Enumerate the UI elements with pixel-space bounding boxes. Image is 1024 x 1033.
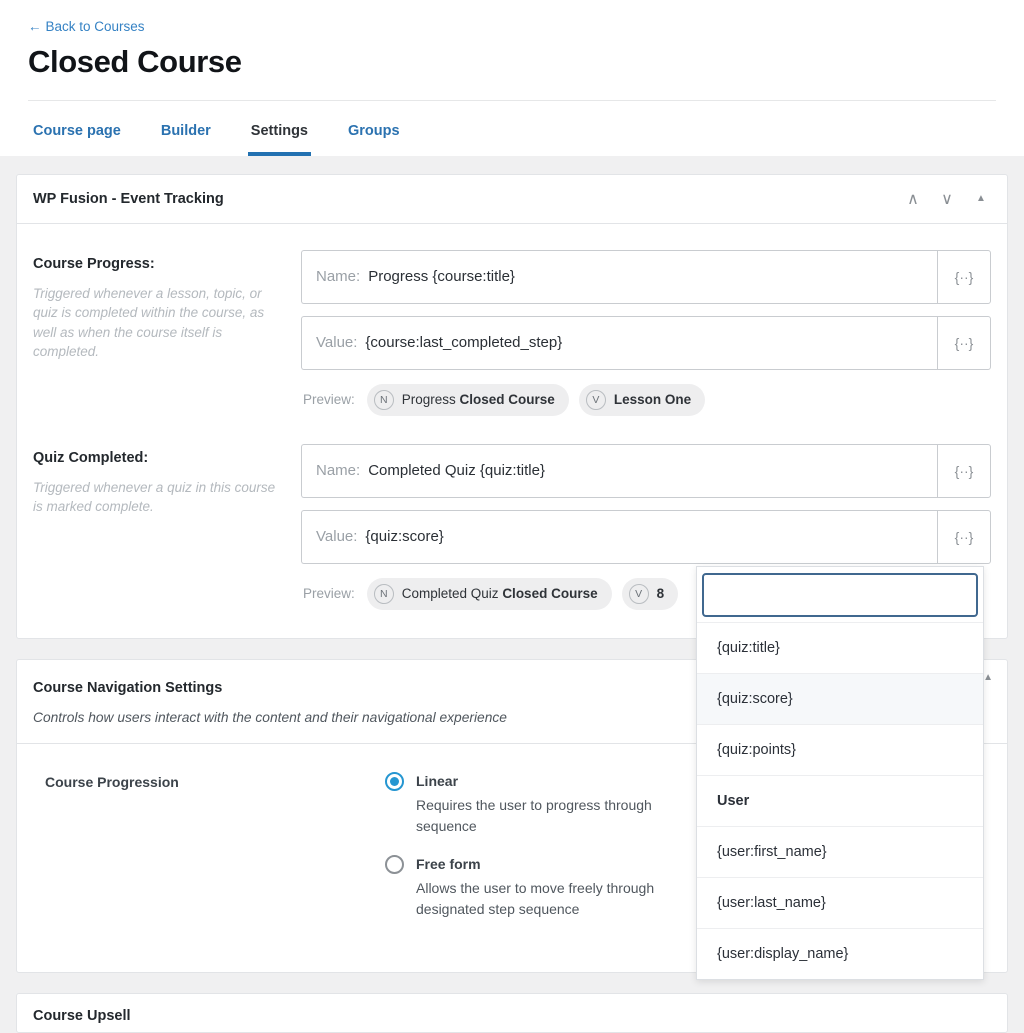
bottom-panel-title: Course Upsell xyxy=(33,1007,131,1024)
merge-tag-option-quiz-score[interactable]: {quiz:score} xyxy=(697,673,983,724)
name-prefix-label: Name: xyxy=(316,462,361,480)
value-badge-icon: V xyxy=(585,389,606,410)
back-to-courses-link[interactable]: ← Back to Courses xyxy=(28,19,145,34)
preview-value-text: 8 xyxy=(656,586,665,602)
quiz-completed-label: Quiz Completed: xyxy=(33,449,149,466)
preview-value-pill: V 8 xyxy=(621,577,679,610)
merge-tag-option-user-first-name[interactable]: {user:first_name} xyxy=(697,826,983,877)
quiz-completed-name-input[interactable]: Name: Completed Quiz {quiz:title} xyxy=(301,443,937,498)
radio-free-form-icon[interactable] xyxy=(385,854,404,874)
radio-free-form-label: Free form xyxy=(416,856,481,873)
course-progress-preview: Preview: N Progress Closed Course V Less… xyxy=(301,383,991,416)
quiz-completed-value-merge-tag-button[interactable]: {··} xyxy=(937,509,991,564)
radio-linear-label: Linear xyxy=(416,773,459,790)
radio-linear-description: Requires the user to progress through se… xyxy=(416,796,652,834)
preview-name-plain: Progress xyxy=(401,392,460,408)
back-link-label: Back to Courses xyxy=(45,19,145,34)
preview-label: Preview: xyxy=(303,586,355,602)
tab-builder[interactable]: Builder xyxy=(158,101,214,156)
quiz-completed-value-field-group: Value: {quiz:score} {··} xyxy=(301,509,991,564)
merge-tag-option-user-last-name[interactable]: {user:last_name} xyxy=(697,877,983,928)
quiz-completed-name-merge-tag-button[interactable]: {··} xyxy=(937,443,991,498)
tab-bar: Course page Builder Settings Groups xyxy=(28,99,996,156)
quiz-completed-description: Triggered whenever a quiz in this course… xyxy=(33,479,276,515)
preview-name-strong: Closed Course xyxy=(459,392,555,408)
radio-linear-icon[interactable] xyxy=(385,771,404,791)
course-progress-description: Triggered whenever a lesson, topic, or q… xyxy=(33,285,265,360)
event-tracking-panel-header: WP Fusion - Event Tracking ∧ ∨ ▲ xyxy=(17,175,1007,224)
bottom-panel: Course Upsell xyxy=(16,992,1008,1033)
merge-tag-search-wrap xyxy=(697,567,983,622)
course-progress-value-merge-tag-button[interactable]: {··} xyxy=(937,315,991,370)
merge-tag-option-user-display-name[interactable]: {user:display_name} xyxy=(697,928,983,979)
tab-settings[interactable]: Settings xyxy=(247,101,311,156)
course-progress-name-input[interactable]: Name: Progress {course:title} xyxy=(301,249,937,304)
radio-free-form-description: Allows the user to move freely through d… xyxy=(416,879,655,917)
course-progression-label: Course Progression xyxy=(45,773,179,790)
course-progress-value-field-group: Value: {course:last_completed_step} {··} xyxy=(301,315,991,370)
merge-tag-list: {quiz:title} {quiz:score} {quiz:points} … xyxy=(697,622,983,979)
preview-name-strong: Closed Course xyxy=(502,586,598,602)
preview-name-pill: N Progress Closed Course xyxy=(366,383,569,416)
tab-course-page[interactable]: Course page xyxy=(30,101,124,156)
course-progress-name-field-group: Name: Progress {course:title} {··} xyxy=(301,249,991,304)
merge-tag-option-quiz-title[interactable]: {quiz:title} xyxy=(697,622,983,673)
event-tracking-panel-title: WP Fusion - Event Tracking xyxy=(33,190,224,207)
back-arrow-icon: ← xyxy=(28,19,42,34)
quiz-completed-name-field-group: Name: Completed Quiz {quiz:title} {··} xyxy=(301,443,991,498)
course-progress-value-input[interactable]: Value: {course:last_completed_step} xyxy=(301,315,937,370)
merge-tag-option-quiz-points[interactable]: {quiz:points} xyxy=(697,724,983,775)
course-progress-name-merge-tag-button[interactable]: {··} xyxy=(937,249,991,304)
move-up-icon[interactable]: ∧ xyxy=(903,189,923,209)
preview-value-pill: V Lesson One xyxy=(578,383,706,416)
page-title: Closed Course xyxy=(28,44,242,79)
quiz-completed-value-value: {quiz:score} xyxy=(365,528,444,546)
event-row-course-progress: Course Progress: Triggered whenever a le… xyxy=(33,249,991,416)
quiz-completed-name-value: Completed Quiz {quiz:title} xyxy=(368,462,545,480)
course-progress-label: Course Progress: xyxy=(33,255,155,272)
preview-name-plain: Completed Quiz xyxy=(401,586,503,602)
preview-value-text: Lesson One xyxy=(613,392,692,408)
name-badge-icon: N xyxy=(373,583,394,604)
merge-tag-search-input[interactable] xyxy=(702,573,978,617)
course-progress-name-value: Progress {course:title} xyxy=(368,268,515,286)
name-badge-icon: N xyxy=(373,389,394,410)
name-prefix-label: Name: xyxy=(316,268,361,286)
value-badge-icon: V xyxy=(628,583,649,604)
move-down-icon[interactable]: ∨ xyxy=(937,189,957,209)
value-prefix-label: Value: xyxy=(316,528,358,546)
merge-tag-dropdown: {quiz:title} {quiz:score} {quiz:points} … xyxy=(696,566,984,980)
collapse-panel-icon[interactable]: ▲ xyxy=(971,189,991,209)
collapse-panel-icon[interactable]: ▲ xyxy=(983,672,993,683)
page-header: ← Back to Courses Closed Course Course pa… xyxy=(0,0,1024,156)
course-progress-value-value: {course:last_completed_step} xyxy=(365,334,563,352)
preview-name-pill: N Completed Quiz Closed Course xyxy=(366,577,612,610)
value-prefix-label: Value: xyxy=(316,334,358,352)
quiz-completed-value-input[interactable]: Value: {quiz:score} xyxy=(301,509,937,564)
tab-groups[interactable]: Groups xyxy=(345,101,403,156)
preview-label: Preview: xyxy=(303,392,355,408)
merge-tag-group-user: User xyxy=(697,775,983,826)
